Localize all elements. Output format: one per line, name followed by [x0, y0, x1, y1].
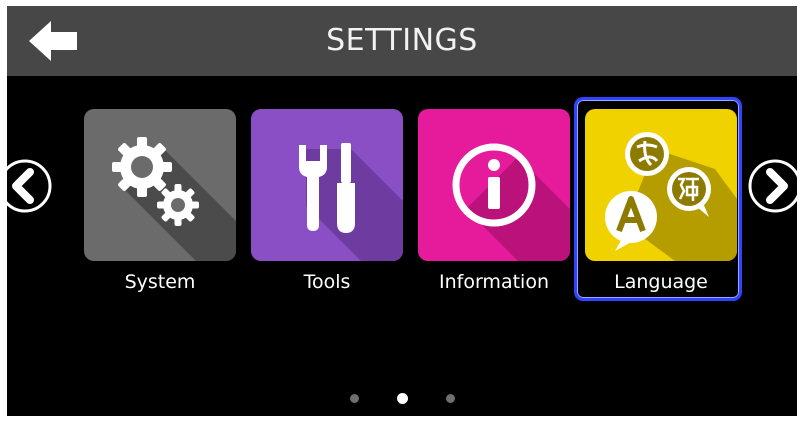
page-dot-1[interactable]: [349, 393, 359, 403]
back-arrow-icon: [29, 21, 77, 61]
header-bar: SETTINGS: [7, 6, 797, 76]
settings-screen: SETTINGS System Tools Information Langua…: [7, 6, 797, 416]
info-icon: [452, 143, 570, 261]
tile-language[interactable]: Language: [585, 109, 737, 297]
language-icon: [605, 132, 737, 261]
chevron-right-icon: [748, 159, 797, 213]
information-icon-box: [418, 109, 570, 261]
back-button[interactable]: [25, 16, 81, 66]
gears-icon: [112, 137, 236, 261]
page-title: SETTINGS: [326, 23, 478, 58]
tools-icon: [299, 143, 403, 261]
tile-system[interactable]: System: [84, 109, 236, 297]
tile-tools[interactable]: Tools: [251, 109, 403, 297]
tools-icon-box: [251, 109, 403, 261]
page-indicator: [7, 391, 797, 405]
system-icon-box: [84, 109, 236, 261]
tile-label-system: System: [124, 271, 196, 293]
next-page-button[interactable]: [747, 158, 797, 214]
page-dot-2[interactable]: [396, 392, 408, 404]
page-dot-3[interactable]: [445, 393, 455, 403]
tile-label-information: Information: [439, 271, 549, 293]
tile-information[interactable]: Information: [418, 109, 570, 297]
language-icon-box: [585, 109, 737, 261]
tile-label-language: Language: [614, 271, 708, 293]
tile-label-tools: Tools: [303, 271, 351, 293]
chevron-left-icon: [7, 159, 52, 213]
previous-page-button[interactable]: [7, 158, 53, 214]
